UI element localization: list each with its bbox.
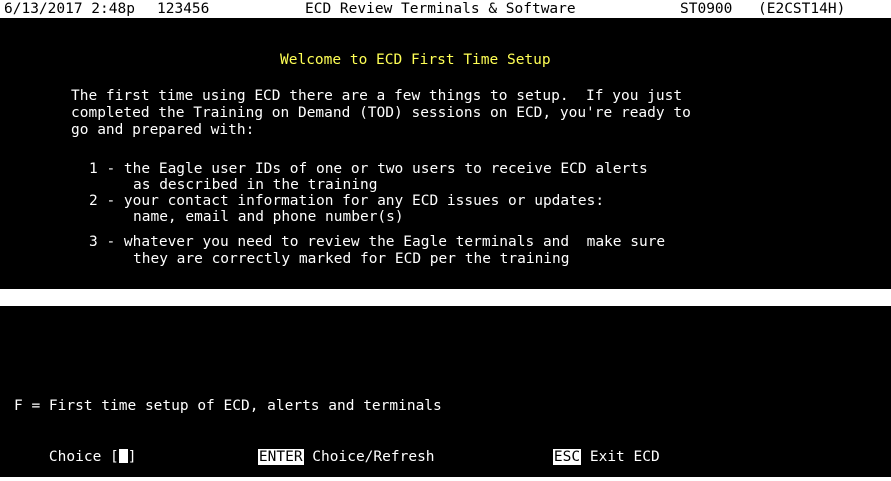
status-bar: 6/13/2017 2:48p 123456 ECD Review Termin… [0,0,891,18]
intro-line-3: go and prepared with: [71,122,255,138]
item-2-line-1: 2 - your contact information for any ECD… [89,193,605,209]
esc-key-hint[interactable]: ESC Exit ECD [518,433,660,465]
choice-label: Choice [ [48,449,119,465]
choice-input[interactable] [118,449,128,463]
enter-label: Choice/Refresh [303,449,435,465]
enter-key[interactable]: ENTER [257,449,304,465]
choice-prompt[interactable]: Choice [] [14,433,137,465]
status-station: (E2CST14H) [758,1,846,17]
item-3-line-2: they are correctly marked for ECD per th… [133,251,570,267]
status-terminal: ST0900 [680,1,733,17]
message-text: ECD is running for the first time. Choos… [48,306,608,322]
intro-line-1: The first time using ECD there are a few… [71,88,683,104]
esc-key[interactable]: ESC [552,449,582,465]
message-bar: ECD is running for the first time. Choos… [0,289,891,322]
item-3-line-1: 3 - whatever you need to review the Eagl… [89,234,666,250]
status-app-title: ECD Review Terminals & Software [305,1,576,17]
item-1-line-2: as described in the training [133,177,378,193]
welcome-title: Welcome to ECD First Time Setup [280,52,551,68]
choice-close: ] [127,449,137,465]
status-datetime: 6/13/2017 2:48p [4,1,135,17]
terminal-screen: 6/13/2017 2:48p 123456 ECD Review Termin… [0,0,891,477]
enter-key-hint[interactable]: ENTER Choice/Refresh [223,433,435,465]
item-2-line-2: name, email and phone number(s) [133,209,404,225]
intro-line-2: completed the Training on Demand (TOD) s… [71,105,691,121]
option-f[interactable]: F = First time setup of ECD, alerts and … [14,398,442,415]
item-1-line-1: 1 - the Eagle user IDs of one or two use… [89,161,648,177]
status-user-id: 123456 [157,1,210,17]
esc-label: Exit ECD [581,449,660,465]
